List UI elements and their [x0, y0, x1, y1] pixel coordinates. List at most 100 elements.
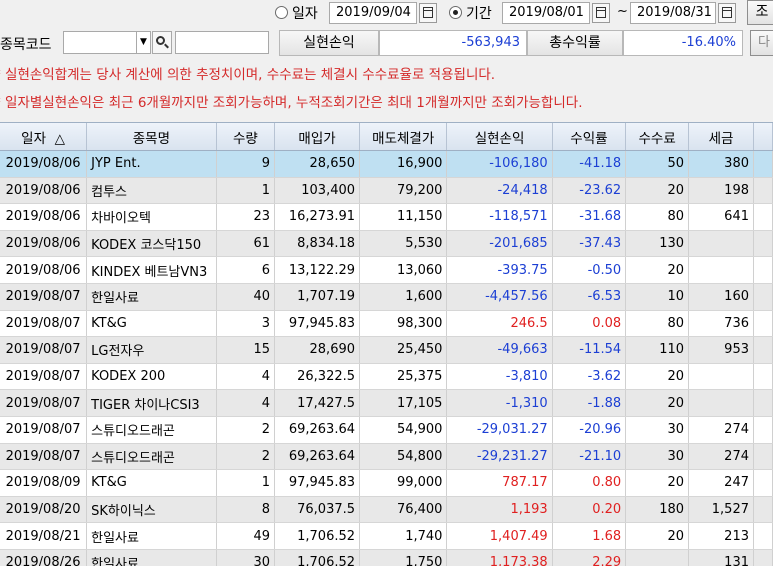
cell-sell: 54,800 [359, 443, 448, 471]
cell-fee: 10 [625, 283, 690, 311]
table-row[interactable]: 2019/08/06 KODEX 코스닥150 61 8,834.18 5,530 -20… [0, 230, 773, 258]
cell-pnl: -118,571 [446, 203, 553, 231]
code-input[interactable] [63, 31, 137, 54]
table-row[interactable]: 2019/08/07 한일사료 40 1,707.19 1,600 -4,457.56 -6… [0, 283, 773, 311]
table-row[interactable]: 2019/08/06 차바이오텍 23 16,273.91 11,150 -118,571… [0, 203, 773, 231]
table-row[interactable]: 2019/08/07 스튜디오드래곤 2 69,263.64 54,900 -29,031… [0, 416, 773, 444]
cell-qty: 1 [216, 469, 276, 497]
cell-qty: 3 [216, 310, 276, 338]
cell-buy: 97,945.83 [274, 469, 361, 497]
total-return-value: -16.40% [623, 30, 743, 56]
query-button[interactable]: 조 [747, 0, 773, 25]
cell-pnl: -24,418 [446, 177, 553, 205]
col-header-buy-price[interactable]: 매입가 [274, 123, 361, 151]
cell-date: 2019/08/07 [0, 416, 88, 444]
cell-pnl: -29,031.27 [446, 416, 553, 444]
notice-text-2: * 일자별실현손익은 최근 6개월까지만 조회가능하며, 누적조회기간은 최대 … [0, 95, 583, 111]
table-row[interactable]: 2019/08/20 SK하이닉스 8 76,037.5 76,400 1,193 0.20… [0, 496, 773, 524]
cell-tax [688, 256, 754, 284]
date-calendar-button[interactable] [419, 3, 437, 23]
cell-date: 2019/08/06 [0, 203, 88, 231]
cell-sell: 11,150 [359, 203, 448, 231]
cell-name: TIGER 차이나CSI3 [86, 389, 217, 417]
period-from-input[interactable]: 2019/08/01 [502, 2, 590, 24]
cell-name: 한일사료 [86, 549, 217, 566]
table-row[interactable]: 2019/08/06 KINDEX 베트남VN3 6 13,122.29 13,060-… [0, 256, 773, 284]
col-header-fee[interactable]: 수수료 [625, 123, 690, 151]
period-radio[interactable] [449, 6, 462, 19]
cell-fee: 20 [625, 177, 690, 205]
table-row[interactable]: 2019/08/07 TIGER 차이나CSI3 4 17,427.5 17,105 -1… [0, 389, 773, 417]
next-button[interactable]: 다 [750, 30, 773, 56]
table-row[interactable]: 2019/08/21 한일사료 49 1,706.52 1,740 1,407.49 1.6… [0, 522, 773, 550]
table-row[interactable]: 2019/08/07 KT&G 3 97,945.83 98,300 246.5 0.08 8… [0, 310, 773, 338]
cell-tax: 274 [688, 443, 754, 471]
cell-pnl: 1,407.49 [446, 522, 553, 550]
table-row[interactable]: 2019/08/07 LG전자우 15 28,690 25,450 -49,663 -11.… [0, 336, 773, 364]
cell-name: 스튜디오드래곤 [86, 416, 217, 444]
cell-sell: 98,300 [359, 310, 448, 338]
date-label: 일자 [292, 6, 318, 22]
cell-rate: -21.10 [552, 443, 627, 471]
cell-qty: 6 [216, 256, 276, 284]
cell-pnl: 1,193 [446, 496, 553, 524]
period-to-input[interactable]: 2019/08/31 [630, 2, 716, 24]
cell-qty: 2 [216, 416, 276, 444]
cell-tax: 131 [688, 549, 754, 566]
table-row[interactable]: 2019/08/09 KT&G 1 97,945.83 99,000 787.17 0.80… [0, 469, 773, 497]
cell-fee: 110 [625, 336, 690, 364]
cell-sell: 79,200 [359, 177, 448, 205]
cell-rate: -41.18 [552, 150, 627, 178]
cell-buy: 13,122.29 [274, 256, 361, 284]
period-to-calendar-button[interactable] [718, 3, 736, 23]
table-row[interactable]: 2019/08/07 KODEX 200 4 26,322.5 25,375 -3,810… [0, 363, 773, 391]
cell-buy: 28,650 [274, 150, 361, 178]
cell-rate: -3.62 [552, 363, 627, 391]
cell-tax: 641 [688, 203, 754, 231]
cell-sell: 25,375 [359, 363, 448, 391]
cell-fee: 80 [625, 310, 690, 338]
cell-tax: 198 [688, 177, 754, 205]
col-header-qty[interactable]: 수량 [216, 123, 276, 151]
cell-tax: 736 [688, 310, 754, 338]
cell-name: KT&G [86, 310, 217, 338]
cell-sell: 76,400 [359, 496, 448, 524]
cell-pnl: 787.17 [446, 469, 553, 497]
col-header-sell-price[interactable]: 매도체결가 [359, 123, 448, 151]
col-header-realized-pnl[interactable]: 실현손익 [446, 123, 553, 151]
cell-sell: 54,900 [359, 416, 448, 444]
cell-fee: 20 [625, 363, 690, 391]
cell-sell: 13,060 [359, 256, 448, 284]
cell-tax: 247 [688, 469, 754, 497]
date-input[interactable]: 2019/09/04 [329, 2, 417, 24]
cell-sell: 1,750 [359, 549, 448, 566]
code-dropdown-button[interactable]: ▼ [137, 31, 151, 54]
col-header-date[interactable]: 일자 △ [0, 123, 88, 151]
table-row[interactable]: 2019/08/26 한일사료 30 1,706.52 1,750 1,173.38 2.2… [0, 549, 773, 566]
cell-fee: 20 [625, 389, 690, 417]
cell-buy: 1,706.52 [274, 549, 361, 566]
col-header-return[interactable]: 수익률 [552, 123, 627, 151]
table-row[interactable]: 2019/08/07 스튜디오드래곤 2 69,263.64 54,800 -29,231… [0, 443, 773, 471]
cell-date: 2019/08/09 [0, 469, 88, 497]
cell-fee [625, 549, 690, 566]
notice-text-1: * 실현손익합계는 당사 계산에 의한 추정치이며, 수수료는 체결시 수수료율… [0, 67, 496, 83]
stock-name-field[interactable] [175, 31, 269, 54]
cell-buy: 16,273.91 [274, 203, 361, 231]
cell-pnl: -106,180 [446, 150, 553, 178]
cell-fee: 20 [625, 256, 690, 284]
cell-qty: 40 [216, 283, 276, 311]
cell-pnl: 246.5 [446, 310, 553, 338]
cell-name: KODEX 코스닥150 [86, 230, 217, 258]
table-row[interactable]: 2019/08/06 컴투스 1 103,400 79,200 -24,418 -23.62… [0, 177, 773, 205]
realized-pnl-grid: 일자 △ 종목명 수량 매입가 매도체결가 실현손익 수익률 수수료 세금 20… [0, 122, 773, 566]
code-search-button[interactable] [152, 31, 172, 54]
col-header-tax[interactable]: 세금 [688, 123, 754, 151]
cell-sell: 17,105 [359, 389, 448, 417]
cell-rate: 0.80 [552, 469, 627, 497]
date-radio[interactable] [275, 6, 288, 19]
col-header-name[interactable]: 종목명 [86, 123, 217, 151]
table-row[interactable]: 2019/08/06 JYP Ent. 9 28,650 16,900 -106,180-… [0, 150, 773, 178]
period-from-calendar-button[interactable] [592, 3, 610, 23]
cell-sell: 16,900 [359, 150, 448, 178]
